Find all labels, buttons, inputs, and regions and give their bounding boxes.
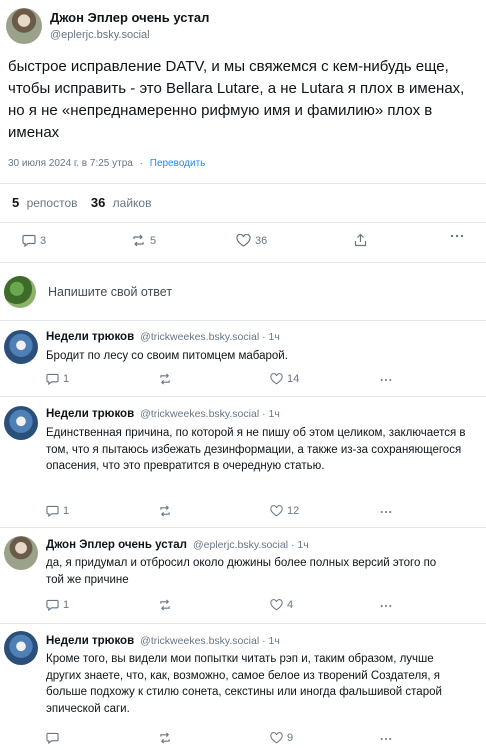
more-dots-icon <box>450 234 464 238</box>
reply-count: 3 <box>40 234 47 247</box>
reply-author-handle[interactable]: @trickweekes.bsky.social · 1ч <box>140 408 280 420</box>
reply-header: Недели трюков @trickweekes.bsky.social ·… <box>46 408 280 420</box>
comment-icon <box>46 505 59 517</box>
heart-icon <box>270 373 283 385</box>
meta-separator: · <box>139 158 143 169</box>
reply-avatar[interactable] <box>4 406 38 440</box>
reply-text: да, я придумал и отбросил около дюжины б… <box>46 557 437 586</box>
reply-text: Кроме того, вы видели мои попытки читать… <box>46 653 442 715</box>
share-button[interactable] <box>354 233 367 247</box>
more-dots-icon <box>380 604 392 608</box>
post-meta: 30 июля 2024 г. в 7:25 утра · Переводить <box>8 158 205 169</box>
heart-icon <box>270 599 283 611</box>
share-icon <box>354 233 367 247</box>
comment-icon <box>46 599 59 611</box>
reply-header: Недели трюков @trickweekes.bsky.social ·… <box>46 635 280 647</box>
reply-author-name[interactable]: Недели трюков <box>46 331 134 343</box>
post-text: быстрое исправление DATV, и мы свяжемся … <box>8 58 465 141</box>
reply-repost-button[interactable] <box>158 373 176 385</box>
reply-comment-button[interactable] <box>46 732 63 744</box>
reply-comment-button[interactable]: 1 <box>46 599 69 611</box>
reposts-label[interactable]: репостов <box>27 196 78 210</box>
reply-avatar[interactable] <box>4 536 38 570</box>
more-button[interactable] <box>450 234 464 238</box>
reply-like-count: 12 <box>287 505 300 517</box>
author-name[interactable]: Джон Эплер очень устал <box>50 10 209 25</box>
divider <box>0 320 486 321</box>
reply-repost-button[interactable] <box>158 732 176 744</box>
post-stats: 5 репостов 36 лайков <box>12 195 151 210</box>
user-avatar <box>4 276 36 308</box>
reply-text: Бродит по лесу со своим питомцем мабарой… <box>46 350 288 362</box>
repost-icon <box>158 505 172 517</box>
repost-icon <box>158 373 172 385</box>
comment-icon <box>46 732 59 744</box>
more-dots-icon <box>380 378 392 382</box>
reposts-count[interactable]: 5 <box>12 195 19 210</box>
reply-avatar[interactable] <box>4 631 38 665</box>
heart-icon <box>270 732 283 744</box>
reply-more-button[interactable] <box>380 378 392 382</box>
reply-repost-button[interactable] <box>158 599 176 611</box>
reply-comment-button[interactable]: 1 <box>46 373 69 385</box>
reply-more-button[interactable] <box>380 510 392 514</box>
comment-icon <box>46 373 59 385</box>
reply-comment-button[interactable]: 1 <box>46 505 69 517</box>
more-dots-icon <box>380 510 392 514</box>
repost-count: 5 <box>150 234 157 247</box>
reply-text: Единственная причина, по которой я не пи… <box>46 427 466 472</box>
heart-icon <box>270 505 283 517</box>
reply-comment-count: 1 <box>63 599 70 611</box>
post-timestamp: 30 июля 2024 г. в 7:25 утра <box>8 158 133 169</box>
reply-avatar[interactable] <box>4 330 38 364</box>
author-avatar[interactable] <box>6 8 42 44</box>
reply-author-name[interactable]: Джон Эплер очень устал <box>46 539 187 551</box>
reply-repost-button[interactable] <box>158 505 176 517</box>
comment-icon <box>22 234 36 247</box>
reply-more-button[interactable] <box>380 604 392 608</box>
more-dots-icon <box>380 737 392 741</box>
reply-comment-count: 1 <box>63 373 70 385</box>
likes-label[interactable]: лайков <box>113 196 152 210</box>
divider <box>0 262 486 263</box>
reply-like-button[interactable]: 9 <box>270 732 293 744</box>
reply-like-count: 4 <box>287 599 294 611</box>
reply-author-name[interactable]: Недели трюков <box>46 635 134 647</box>
reply-like-count: 14 <box>287 373 300 385</box>
divider <box>0 527 486 528</box>
reply-author-handle[interactable]: @trickweekes.bsky.social · 1ч <box>140 635 280 647</box>
reply-like-button[interactable]: 14 <box>270 373 299 385</box>
divider <box>0 623 486 624</box>
reply-author-name[interactable]: Недели трюков <box>46 408 134 420</box>
reply-header: Джон Эплер очень устал @eplerjc.bsky.soc… <box>46 539 309 551</box>
author-handle[interactable]: @eplerjc.bsky.social <box>50 29 150 41</box>
like-button[interactable]: 36 <box>236 234 267 247</box>
reply-like-button[interactable]: 12 <box>270 505 299 517</box>
repost-button[interactable]: 5 <box>131 234 156 247</box>
divider <box>0 396 486 397</box>
reply-author-handle[interactable]: @eplerjc.bsky.social · 1ч <box>193 539 309 551</box>
reply-header: Недели трюков @trickweekes.bsky.social ·… <box>46 331 280 343</box>
reply-like-count: 9 <box>287 732 294 744</box>
translate-link[interactable]: Переводить <box>150 158 206 169</box>
reply-button[interactable]: 3 <box>22 234 46 247</box>
reply-like-button[interactable]: 4 <box>270 599 293 611</box>
like-count: 36 <box>255 234 268 247</box>
divider <box>0 183 486 184</box>
likes-count[interactable]: 36 <box>91 195 105 210</box>
reply-author-handle[interactable]: @trickweekes.bsky.social · 1ч <box>140 331 280 343</box>
reply-comment-count: 1 <box>63 505 70 517</box>
reply-compose-input[interactable]: Напишите свой ответ <box>48 285 172 299</box>
reply-more-button[interactable] <box>380 737 392 741</box>
divider <box>0 222 486 223</box>
repost-icon <box>158 599 172 611</box>
heart-icon <box>236 234 251 247</box>
repost-icon <box>158 732 172 744</box>
repost-icon <box>131 234 146 247</box>
